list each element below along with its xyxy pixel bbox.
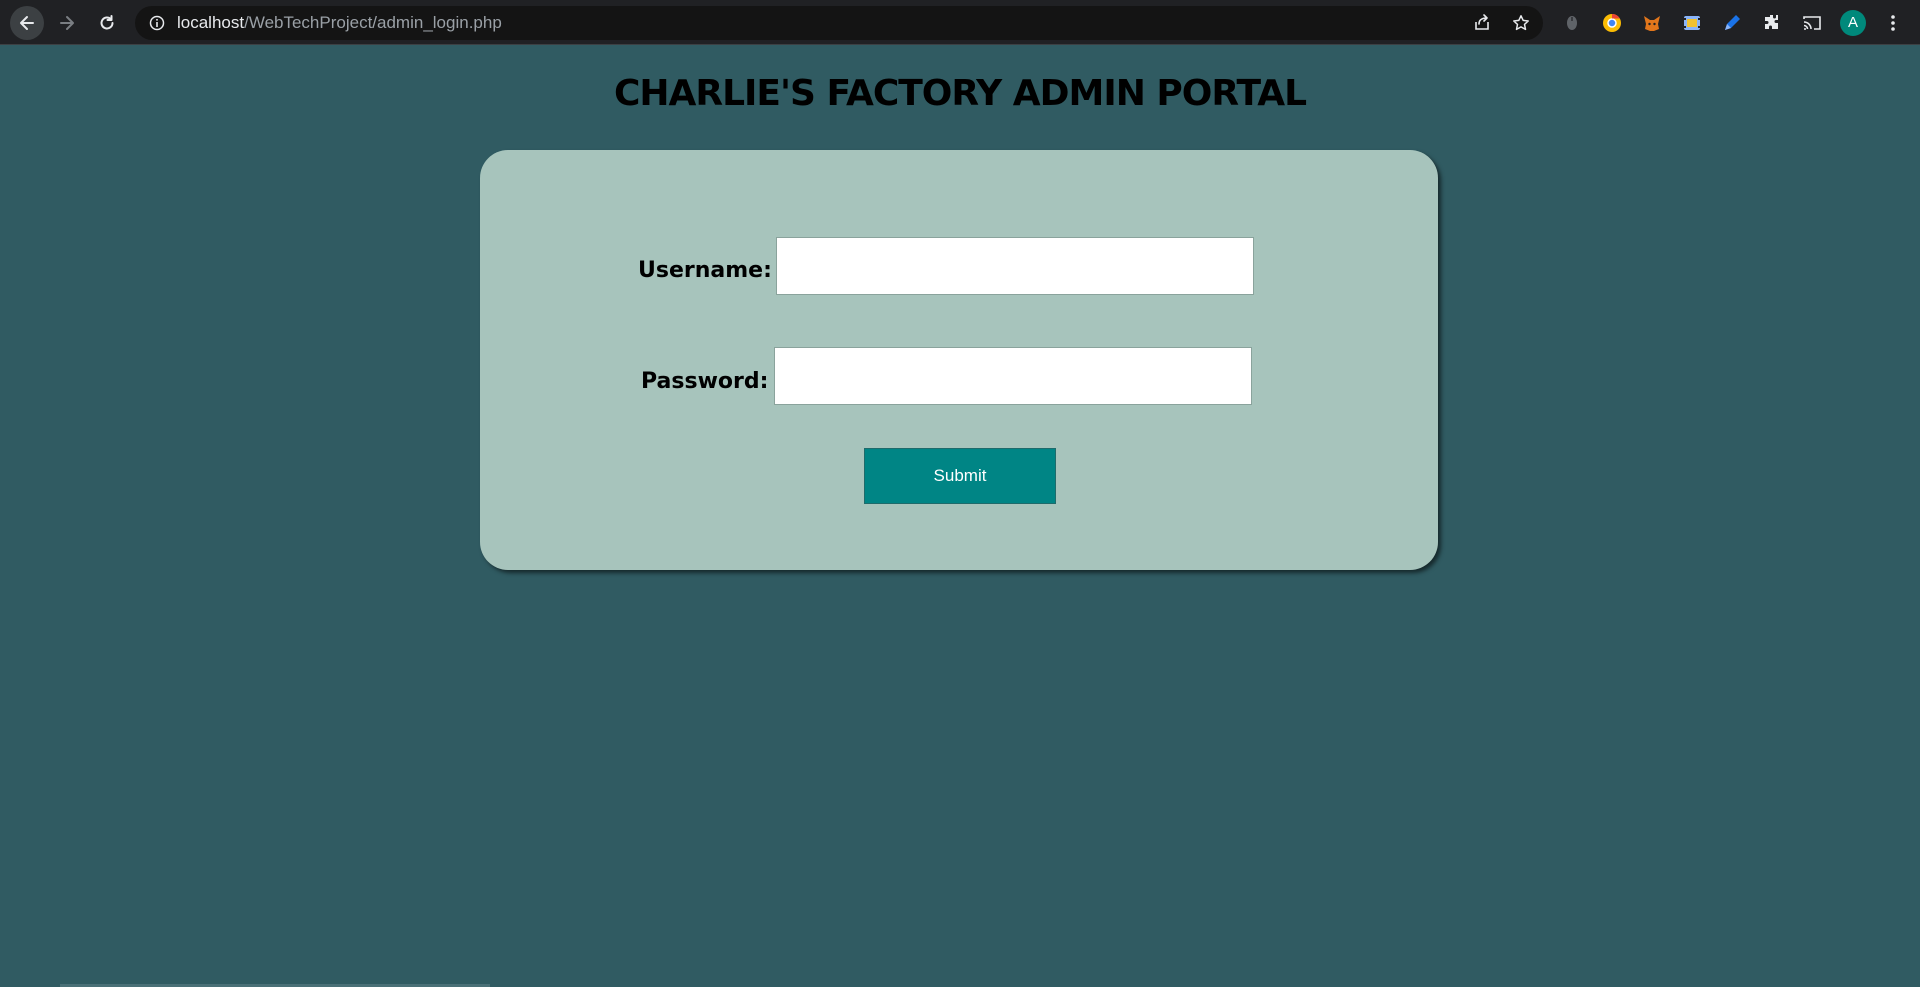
forward-button[interactable] [50, 6, 84, 40]
page-content: CHARLIE'S FACTORY ADMIN PORTAL Username:… [0, 45, 1920, 987]
url-host: localhost [177, 13, 245, 32]
puzzle-extensions-icon[interactable] [1761, 12, 1783, 34]
cast-icon[interactable] [1801, 12, 1823, 34]
page-title: CHARLIE'S FACTORY ADMIN PORTAL [613, 73, 1307, 114]
info-icon[interactable] [149, 15, 165, 31]
reload-button[interactable] [90, 6, 124, 40]
profile-avatar[interactable]: A [1840, 10, 1866, 36]
bookmark-star-icon[interactable] [1512, 14, 1530, 32]
browser-toolbar: localhost/WebTechProject/admin_login.php… [0, 0, 1920, 45]
address-bar[interactable]: localhost/WebTechProject/admin_login.php [135, 6, 1543, 40]
username-label: Username: [638, 258, 772, 283]
back-arrow-icon [20, 16, 34, 30]
password-input[interactable] [774, 347, 1252, 405]
forward-arrow-icon [60, 16, 74, 30]
back-button[interactable] [10, 6, 44, 40]
extension-chrome-icon[interactable] [1601, 12, 1623, 34]
kebab-menu-icon[interactable] [1882, 12, 1904, 34]
reload-icon [100, 15, 114, 30]
url-text[interactable]: localhost/WebTechProject/admin_login.php [177, 14, 502, 32]
extension-film-icon[interactable] [1681, 12, 1703, 34]
share-icon[interactable] [1473, 14, 1491, 32]
admin-login-form: Username: Password: Submit [480, 150, 1438, 570]
url-path: /WebTechProject/admin_login.php [244, 13, 502, 32]
password-label: Password: [641, 369, 769, 394]
extension-mouse-icon[interactable] [1561, 12, 1583, 34]
submit-button[interactable]: Submit [864, 448, 1056, 504]
extension-pen-icon[interactable] [1721, 12, 1743, 34]
extension-fox-icon[interactable] [1641, 12, 1663, 34]
username-input[interactable] [776, 237, 1254, 295]
